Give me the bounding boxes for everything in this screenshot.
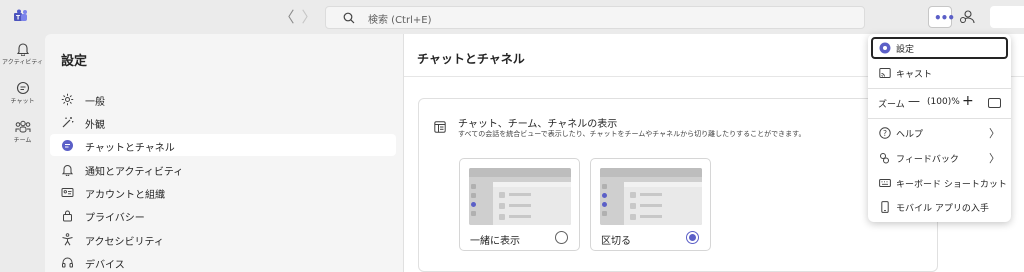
profile-avatar[interactable] <box>990 6 1024 28</box>
settings-item-privacy[interactable]: プライバシー <box>50 204 396 226</box>
gear-icon <box>879 42 891 54</box>
more-options-button[interactable]: ••• <box>928 6 955 28</box>
option-radio[interactable] <box>555 231 568 244</box>
gear-icon <box>61 93 74 106</box>
menu-item-get-mobile-app[interactable]: モバイル アプリの入手 <box>871 196 1008 218</box>
menu-divider <box>868 88 1011 89</box>
menu-item-label: フィードバック <box>896 155 959 165</box>
settings-item-label: アクセシビリティ <box>85 237 164 248</box>
menu-item-settings[interactable]: 設定 <box>871 37 1008 59</box>
cast-icon <box>879 68 891 78</box>
menu-item-label: ヘルプ <box>896 130 924 140</box>
menu-item-keyboard-shortcuts[interactable]: キーボード ショートカット <box>871 172 1008 194</box>
rail-item-teams[interactable]: チーム <box>0 120 45 144</box>
settings-item-label: アカウントと組織 <box>85 190 165 201</box>
more-icon: ••• <box>934 11 955 25</box>
accessibility-icon <box>62 233 73 246</box>
layout-icon <box>434 121 446 133</box>
app-rail: アクティビティ チャット チーム <box>0 34 45 272</box>
lock-icon <box>63 210 72 222</box>
settings-item-general[interactable]: 一般 <box>50 88 396 110</box>
rail-item-label: チーム <box>13 137 32 144</box>
chevron-right-icon: 〉 <box>989 127 1000 140</box>
settings-item-label: 外観 <box>85 120 105 131</box>
section-title: チャット、チーム、チャネルの表示 <box>458 119 618 130</box>
menu-divider <box>868 118 1011 119</box>
menu-item-label: モバイル アプリの入手 <box>896 204 989 214</box>
menu-item-cast[interactable]: キャスト <box>871 62 1008 84</box>
fullscreen-icon[interactable] <box>988 98 1001 108</box>
title-bar: T 〈 〉 検索 (Ctrl+E) ••• <box>0 0 1024 34</box>
teams-icon <box>15 120 30 133</box>
phone-icon <box>881 201 889 213</box>
search-icon <box>343 12 355 24</box>
settings-item-accounts[interactable]: アカウントと組織 <box>50 181 396 203</box>
bell-icon <box>61 165 74 176</box>
layout-preview-image <box>600 168 702 225</box>
id-card-icon <box>61 188 74 197</box>
menu-item-label: キーボード ショートカット <box>896 180 1007 190</box>
headset-icon <box>62 257 73 268</box>
menu-item-help[interactable]: ? ヘルプ 〉 <box>871 122 1008 144</box>
rail-item-activity[interactable]: アクティビティ <box>0 42 45 66</box>
rail-item-label: アクティビティ <box>2 59 43 66</box>
zoom-level: (100)% <box>927 97 960 107</box>
option-label: 一緒に表示 <box>470 236 520 247</box>
menu-item-label: キャスト <box>896 70 933 80</box>
zoom-label: ズーム <box>878 100 905 110</box>
rail-item-label: チャット <box>10 98 35 105</box>
settings-item-label: 通知とアクティビティ <box>85 167 184 178</box>
rail-item-chat[interactable]: チャット <box>0 81 45 105</box>
menu-item-label: 設定 <box>896 45 915 55</box>
menu-item-feedback[interactable]: フィードバック 〉 <box>871 147 1008 169</box>
settings-item-label: デバイス <box>85 260 125 271</box>
people-icon[interactable] <box>959 9 975 25</box>
settings-item-devices[interactable]: デバイス <box>50 251 396 272</box>
bell-icon <box>16 43 29 56</box>
forward-arrow-icon[interactable]: 〉 <box>301 9 317 25</box>
search-placeholder: 検索 (Ctrl+E) <box>368 15 432 26</box>
option-separate[interactable]: 区切る <box>590 158 711 251</box>
settings-item-label: チャットとチャネル <box>85 143 175 154</box>
feedback-icon <box>880 153 889 164</box>
zoom-in-button[interactable]: + <box>962 93 974 109</box>
wand-icon <box>62 117 74 128</box>
settings-item-notifications[interactable]: 通知とアクティビティ <box>50 158 396 180</box>
chat-icon <box>62 140 73 151</box>
option-show-together[interactable]: 一緒に表示 <box>459 158 580 251</box>
settings-item-chats-channels[interactable]: チャットとチャネル <box>50 134 396 156</box>
settings-item-label: プライバシー <box>85 213 145 224</box>
settings-title: 設定 <box>61 54 88 69</box>
chat-icon <box>16 81 29 95</box>
option-label: 区切る <box>601 236 631 247</box>
svg-text:?: ? <box>883 129 887 138</box>
back-arrow-icon[interactable]: 〈 <box>279 9 295 25</box>
zoom-out-button[interactable]: — <box>908 94 920 108</box>
chevron-right-icon: 〉 <box>989 152 1000 165</box>
keyboard-icon <box>879 179 891 187</box>
search-input[interactable]: 検索 (Ctrl+E) <box>325 6 865 29</box>
layout-settings-card: チャット、チーム、チャネルの表示 すべての会話を統合ビューで表示したり、チャット… <box>418 98 938 272</box>
page-title: チャットとチャネル <box>417 52 525 66</box>
teams-logo-icon[interactable]: T <box>13 9 29 25</box>
help-icon: ? <box>879 127 891 139</box>
settings-sidebar: 設定 一般 外観 チャットとチャネル 通知とアクティビティ アカウントと組織 プ… <box>45 34 403 272</box>
section-description: すべての会話を統合ビューで表示したり、チャットをチームやチャネルから切り離したり… <box>458 130 806 138</box>
settings-item-accessibility[interactable]: アクセシビリティ <box>50 228 396 250</box>
settings-item-label: 一般 <box>85 97 105 108</box>
option-radio[interactable] <box>686 231 699 244</box>
settings-item-appearance[interactable]: 外観 <box>50 111 396 133</box>
layout-preview-image <box>469 168 571 225</box>
zoom-control: ズーム — (100)% + <box>871 92 1008 114</box>
settings-and-more-menu: 設定 キャスト ズーム — (100)% + ? ヘルプ 〉 フィードバック 〉 <box>868 34 1011 222</box>
